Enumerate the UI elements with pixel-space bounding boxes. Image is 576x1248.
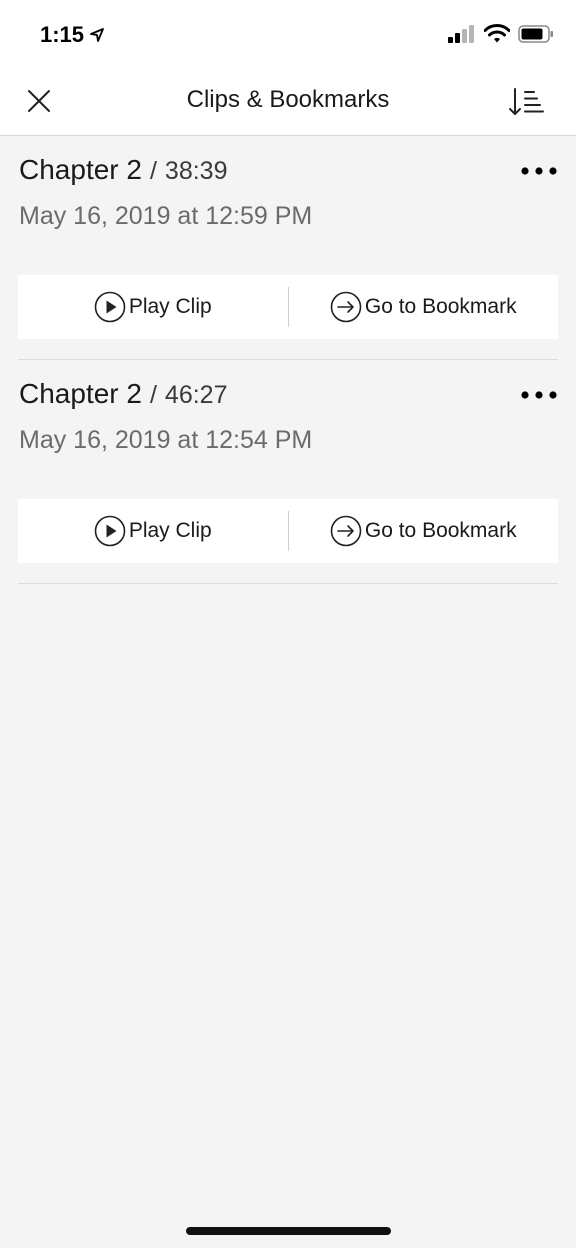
status-bar: 1:15 — [0, 0, 576, 70]
navigation-bar: Clips & Bookmarks — [0, 70, 576, 136]
list-item: Chapter 2 / 38:39 May 16, 2019 at 12:59 … — [18, 136, 558, 360]
item-header: Chapter 2 / 46:27 — [19, 378, 227, 410]
status-time: 1:15 — [40, 22, 104, 48]
clips-list: Chapter 2 / 38:39 May 16, 2019 at 12:59 … — [18, 136, 558, 584]
battery-icon — [518, 24, 553, 43]
clip-time: 46:27 — [164, 381, 228, 409]
clip-time: 38:39 — [164, 157, 228, 185]
play-clip-label: Play Clip — [128, 295, 212, 318]
action-bar: Play Clip Go to Bookmark — [18, 275, 558, 339]
time-separator: / — [149, 157, 157, 185]
go-to-bookmark-label: Go to Bookmark — [364, 519, 517, 542]
more-options-button[interactable] — [520, 388, 558, 402]
sort-button[interactable] — [508, 86, 546, 118]
chapter-title: Chapter 2 — [19, 154, 142, 185]
play-clip-button[interactable]: Play Clip — [18, 275, 288, 339]
item-header: Chapter 2 / 38:39 — [19, 154, 227, 186]
play-clip-button[interactable]: Play Clip — [18, 499, 288, 563]
go-to-bookmark-button[interactable]: Go to Bookmark — [289, 275, 559, 339]
play-clip-label: Play Clip — [128, 519, 212, 542]
go-to-bookmark-button[interactable]: Go to Bookmark — [289, 499, 559, 563]
list-item: Chapter 2 / 46:27 May 16, 2019 at 12:54 … — [18, 360, 558, 584]
chapter-title: Chapter 2 — [19, 378, 142, 409]
time-separator: / — [149, 381, 157, 409]
signal-icon — [448, 24, 474, 43]
item-date: May 16, 2019 at 12:59 PM — [19, 202, 313, 230]
more-options-button[interactable] — [520, 164, 558, 178]
status-indicators — [448, 24, 554, 43]
play-icon — [94, 515, 126, 547]
wifi-icon — [484, 24, 510, 43]
arrow-right-circle-icon — [330, 291, 362, 323]
arrow-right-circle-icon — [330, 515, 362, 547]
home-indicator[interactable] — [186, 1227, 391, 1235]
more-icon — [521, 167, 557, 175]
more-icon — [521, 391, 557, 399]
action-bar: Play Clip Go to Bookmark — [18, 499, 558, 563]
sort-icon — [509, 88, 544, 115]
location-arrow-icon — [90, 28, 104, 42]
item-date: May 16, 2019 at 12:54 PM — [19, 426, 313, 454]
page-title: Clips & Bookmarks — [186, 86, 390, 113]
go-to-bookmark-label: Go to Bookmark — [364, 295, 517, 318]
play-icon — [94, 291, 126, 323]
status-time-text: 1:15 — [40, 22, 85, 47]
